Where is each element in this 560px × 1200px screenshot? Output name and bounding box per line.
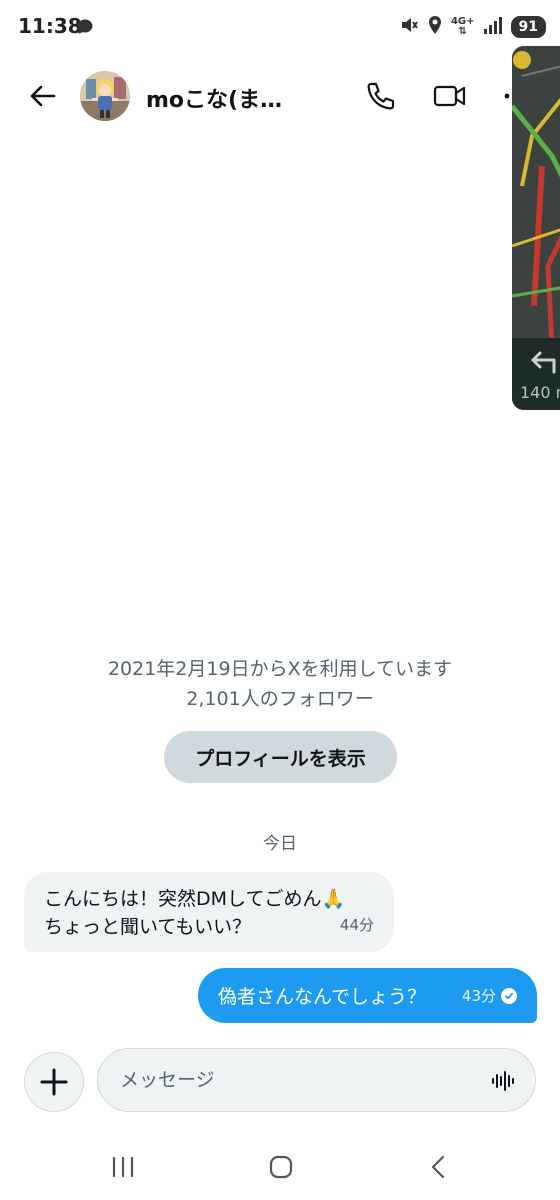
message-text: 偽者さんなんでしょう？ xyxy=(218,986,427,1008)
voice-waveform-icon xyxy=(492,1071,514,1091)
profile-summary: 2021年2月19日からXを利用しています 2,101人のフォロワー xyxy=(0,654,560,714)
video-camera-icon xyxy=(433,85,466,107)
message-composer xyxy=(97,1048,536,1112)
turn-instruction-panel: 140 m xyxy=(512,338,560,410)
message-line: ちょっと聞いてもいい？ xyxy=(44,916,252,938)
status-time: 11:38 xyxy=(18,14,82,38)
battery-indicator: 91 xyxy=(510,16,546,38)
date-separator: 今日 xyxy=(263,834,297,854)
system-navigation-bar xyxy=(0,1136,560,1200)
message-input[interactable] xyxy=(120,1049,480,1111)
chat-notification-icon xyxy=(76,18,94,40)
turn-distance: 140 m xyxy=(520,383,560,402)
back-button[interactable] xyxy=(22,78,62,114)
add-attachment-button[interactable] xyxy=(24,1052,84,1112)
signal-icon xyxy=(483,16,503,38)
network-type: 4G+ ⇅ xyxy=(451,17,475,37)
message-bubble-outgoing[interactable]: 偽者さんなんでしょう？ 43分 xyxy=(198,968,537,1023)
voice-call-button[interactable] xyxy=(360,76,400,116)
video-call-button[interactable] xyxy=(430,76,470,116)
map-view xyxy=(512,46,560,346)
navigation-map-overlay[interactable]: 140 m xyxy=(512,46,560,410)
plus-icon xyxy=(40,1068,68,1096)
data-arrows-icon: ⇅ xyxy=(458,26,467,37)
conversation-header: moこな(ま… xyxy=(0,56,560,136)
status-bar: 11:38 4G+ ⇅ 91 xyxy=(0,0,560,56)
follower-count: 2,101人のフォロワー xyxy=(186,688,374,710)
joined-date: 2021年2月19日からXを利用しています xyxy=(107,658,453,680)
system-back-icon[interactable] xyxy=(428,1154,448,1184)
message-line: こんにちは！突然DMしてごめん🙏 xyxy=(44,888,346,910)
phone-icon xyxy=(367,82,395,110)
message-bubble-incoming[interactable]: こんにちは！突然DMしてごめん🙏 ちょっと聞いてもいい？ 44分 xyxy=(24,872,394,952)
location-icon xyxy=(427,15,443,39)
back-arrow-icon xyxy=(30,85,56,107)
read-check-icon xyxy=(501,987,517,1004)
recent-apps-icon[interactable] xyxy=(110,1156,136,1182)
view-profile-button[interactable]: プロフィールを表示 xyxy=(164,731,397,783)
turn-left-icon xyxy=(531,351,556,374)
message-timestamp: 43分 xyxy=(461,987,496,1005)
mute-vibrate-icon xyxy=(399,15,419,39)
home-icon[interactable] xyxy=(268,1154,294,1184)
contact-name[interactable]: moこな(ま… xyxy=(146,82,282,114)
voice-message-button[interactable] xyxy=(491,1069,515,1093)
status-icons: 4G+ ⇅ 91 xyxy=(399,15,546,39)
message-timestamp: 44分 xyxy=(339,916,374,934)
avatar[interactable] xyxy=(80,71,130,121)
message-meta: 43分 xyxy=(462,985,517,1006)
